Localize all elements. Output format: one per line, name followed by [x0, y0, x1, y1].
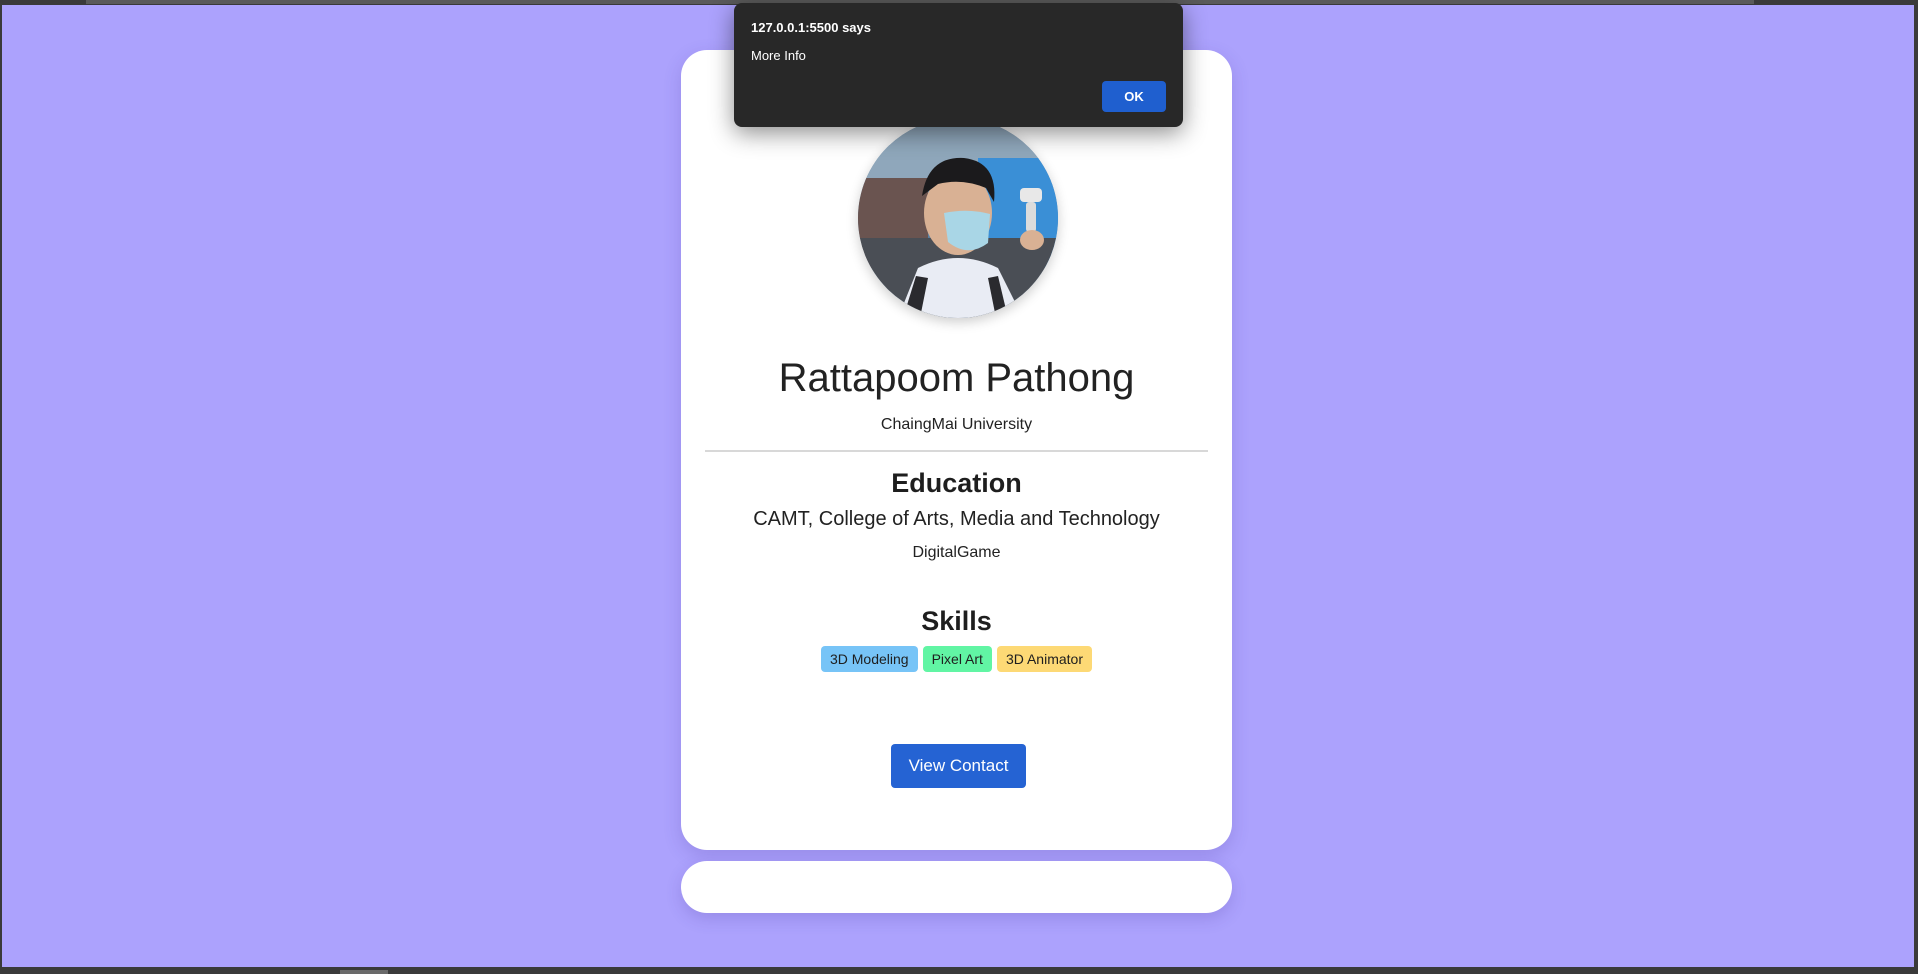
- dialog-title: 127.0.0.1:5500 says: [751, 20, 871, 35]
- avatar-photo-icon: [858, 118, 1058, 318]
- divider: [705, 450, 1208, 452]
- education-school: CAMT, College of Arts, Media and Technol…: [753, 508, 1160, 530]
- alert-dialog: 127.0.0.1:5500 says More Info OK: [734, 3, 1183, 127]
- education-title: Education: [891, 468, 1022, 498]
- scrollbar-thumb[interactable]: [340, 970, 388, 974]
- skill-badge: Pixel Art: [922, 646, 992, 672]
- avatar: [858, 118, 1058, 318]
- skills-list: 3D Modeling Pixel Art 3D Animator: [681, 646, 1232, 672]
- dialog-message: More Info: [751, 48, 806, 63]
- profile-university: ChaingMai University: [880, 416, 1033, 433]
- view-contact-button[interactable]: View Contact: [891, 744, 1026, 788]
- skill-badge: 3D Modeling: [820, 646, 918, 672]
- dialog-ok-button[interactable]: OK: [1102, 81, 1166, 112]
- skill-badge: 3D Animator: [996, 646, 1092, 672]
- profile-card: Rattapoom Pathong ChaingMai University E…: [681, 50, 1232, 850]
- skills-title: Skills: [921, 606, 992, 636]
- profile-name: Rattapoom Pathong: [778, 356, 1135, 400]
- browser-bottom-frame: [0, 967, 1918, 974]
- contact-card: [681, 861, 1232, 913]
- education-major: DigitalGame: [912, 544, 1001, 561]
